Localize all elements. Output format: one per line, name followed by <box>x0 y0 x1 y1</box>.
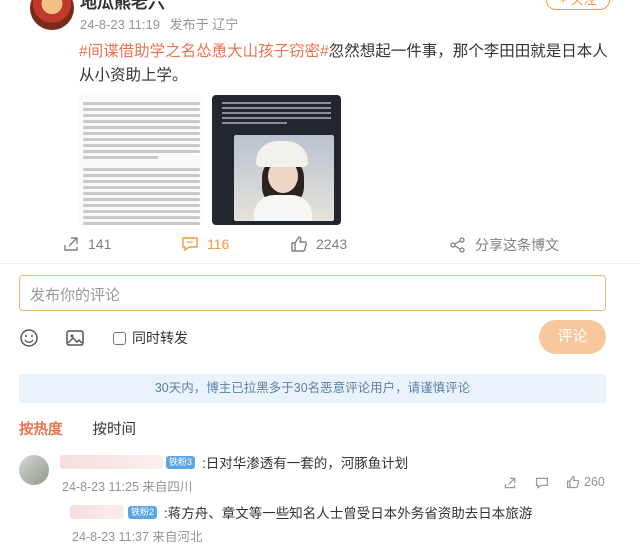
commenter-name[interactable] <box>70 505 124 519</box>
comment-text: :日对华渗透有一套的，河豚鱼计划 <box>202 456 409 471</box>
topic-link[interactable]: #间谍借助学之名怂恿大山孩子窃密# <box>79 43 329 60</box>
author-name[interactable]: 地瓜熊老六 <box>80 0 165 13</box>
post-meta: 24-8-23 11:19 发布于 辽宁 <box>80 14 244 33</box>
emoji-icon[interactable] <box>19 328 39 348</box>
fan-badge: 铁粉2 <box>128 506 158 519</box>
post-image-photo[interactable] <box>212 95 341 225</box>
repost-icon <box>64 237 78 251</box>
comment-like[interactable]: 260 <box>566 475 605 489</box>
repost-checkbox[interactable] <box>113 331 126 345</box>
post-time[interactable]: 24-8-23 11:19 <box>80 17 160 32</box>
comment-location: 来自河北 <box>152 530 203 544</box>
comment-input[interactable]: 发布你的评论 <box>19 275 606 311</box>
comment-text: :蒋方舟、章文等一些知名人士曾受日本外务省资助去日本旅游 <box>164 506 533 521</box>
comment-time: 24-8-23 11:37 <box>72 530 149 544</box>
repost-icon <box>504 477 516 489</box>
thumbs-up-icon <box>291 236 307 252</box>
post-body: #间谍借助学之名怂恿大山孩子窃密#忽然想起一件事，那个李田田就是日本人从小资助上… <box>79 40 609 88</box>
comment-action[interactable]: 116 <box>181 235 229 253</box>
share-label: 分享这条博文 <box>475 237 559 253</box>
comment-time: 24-8-23 11:25 <box>62 480 139 494</box>
repost-label: 同时转发 <box>132 330 188 346</box>
sort-by-time-tab[interactable]: 按时间 <box>93 422 137 438</box>
post-actions: 141 116 2243 分享这条博文 <box>0 230 640 258</box>
comment-sort: 按热度 按时间 <box>19 418 162 439</box>
comment-meta: 24-8-23 11:25 来自四川 <box>62 476 192 495</box>
comment-icon <box>535 477 549 489</box>
comment-repost[interactable] <box>503 476 517 490</box>
comment-like-count: 260 <box>584 475 605 489</box>
post-image-article[interactable] <box>79 95 204 225</box>
thumbs-up-icon <box>566 475 580 489</box>
author-avatar[interactable] <box>30 0 74 30</box>
comment-reply[interactable] <box>535 476 549 490</box>
comment-location: 来自四川 <box>142 480 193 494</box>
comment-meta: 24-8-23 11:37 来自河北 <box>72 526 202 544</box>
commenter-name[interactable] <box>60 455 163 469</box>
sort-by-hot-tab[interactable]: 按热度 <box>19 422 63 438</box>
like-action[interactable]: 2243 <box>290 235 347 253</box>
fan-badge: 铁粉3 <box>166 456 196 469</box>
follow-button[interactable]: + 关注 <box>546 0 610 10</box>
like-count: 2243 <box>316 236 348 252</box>
share-action[interactable]: 分享这条博文 <box>449 235 559 255</box>
divider <box>0 263 640 264</box>
repost-toggle[interactable]: 同时转发 <box>113 328 188 348</box>
post-source: 发布于 辽宁 <box>169 17 239 32</box>
blocked-users-notice: 30天内，博主已拉黑多于30名恶意评论用户，请谨慎评论 <box>19 374 606 403</box>
repost-action[interactable]: 141 <box>62 235 111 253</box>
post-header: 地瓜熊老六 24-8-23 11:19 发布于 辽宁 + 关注 <box>0 0 640 40</box>
share-icon <box>450 237 465 253</box>
repost-count: 141 <box>88 236 112 252</box>
submit-comment-button[interactable]: 评论 <box>539 320 606 354</box>
image-icon[interactable] <box>65 328 85 348</box>
comment-icon <box>182 237 198 252</box>
girl-photo <box>234 135 334 221</box>
comment-count: 116 <box>207 236 230 252</box>
commenter-avatar[interactable] <box>19 455 49 485</box>
